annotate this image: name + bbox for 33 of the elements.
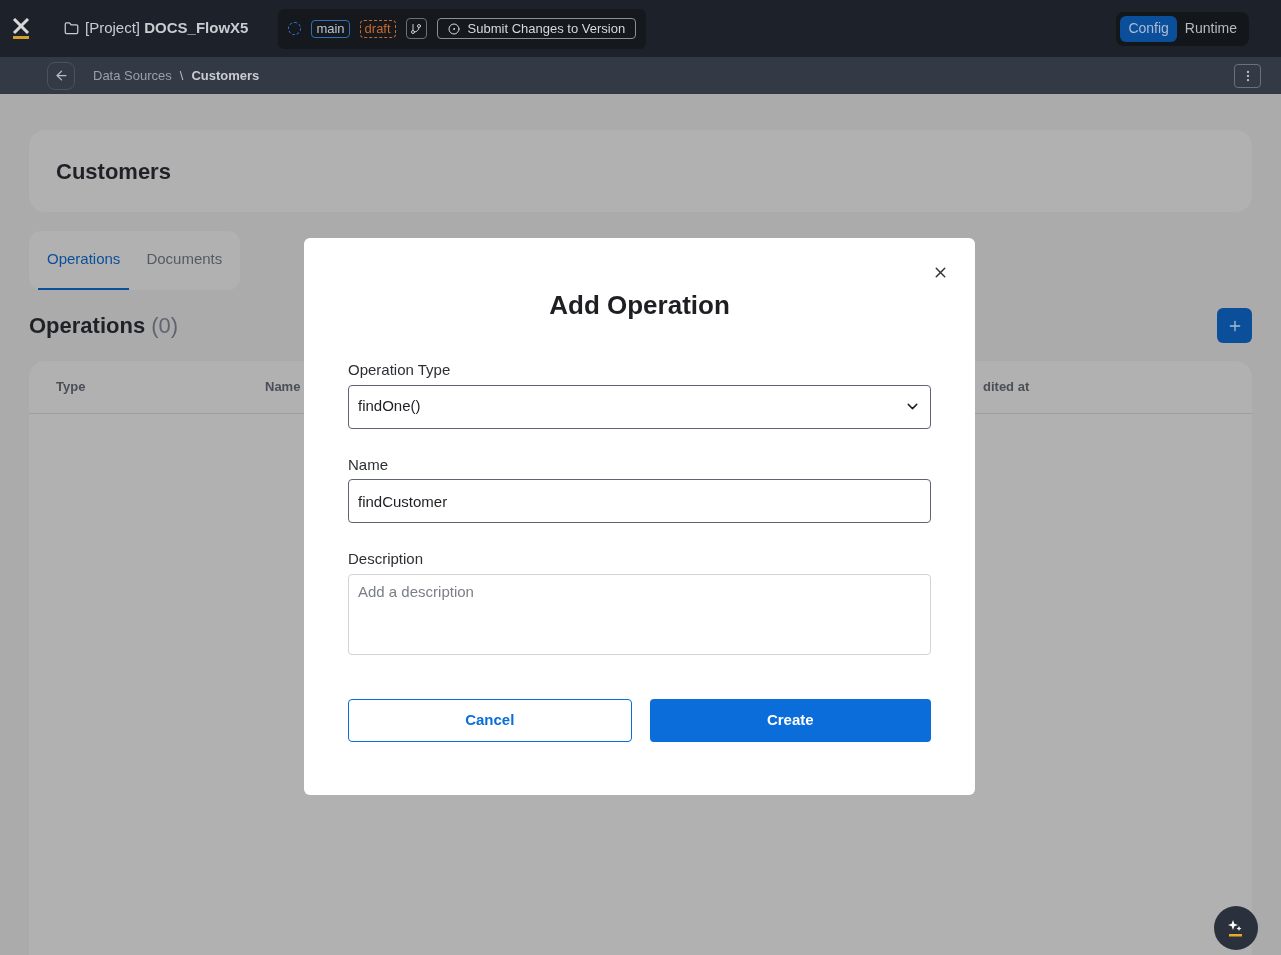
branch-button[interactable]: [405, 18, 427, 39]
cancel-button[interactable]: Cancel: [348, 698, 632, 742]
breadcrumb-item[interactable]: Data Sources: [93, 65, 172, 86]
folder-icon: [64, 21, 79, 36]
branch-icon: [410, 22, 423, 35]
section-title: Operations (0): [29, 312, 179, 340]
page-title: Customers: [56, 157, 171, 186]
description-textarea[interactable]: Add a description: [348, 573, 931, 655]
mode-tab[interactable]: Runtime: [1176, 15, 1245, 42]
field-label: Name: [348, 454, 389, 475]
project-title: [Project] DOCS_FlowX5: [85, 18, 249, 39]
create-button[interactable]: Create: [649, 698, 931, 742]
tab[interactable]: Operations: [38, 231, 130, 290]
dialog-title: Add Operation: [548, 289, 731, 322]
sparkle-icon: [1228, 919, 1244, 937]
name-input[interactable]: findCustomer: [348, 479, 931, 523]
breadcrumb-separator: \: [179, 66, 184, 85]
add-button[interactable]: [1217, 308, 1252, 343]
operation-type-select[interactable]: findOne(): [348, 384, 931, 429]
field-label: Description: [348, 549, 425, 569]
record-icon: [447, 22, 460, 35]
back-button[interactable]: [47, 61, 75, 90]
submit-changes-button[interactable]: Submit Changes to Version: [436, 18, 637, 39]
tab[interactable]: Documents: [137, 231, 232, 290]
column-header: dited at: [983, 378, 1030, 397]
status-badge: draft: [359, 19, 396, 38]
logo-icon: [12, 17, 30, 40]
branch-badge: main: [311, 19, 350, 38]
field-label: Operation Type: [348, 360, 452, 380]
mode-tab[interactable]: Config: [1120, 15, 1177, 42]
column-header: Type: [56, 378, 87, 397]
column-header: Name: [265, 378, 302, 397]
breadcrumb-item: Customers: [191, 66, 260, 85]
